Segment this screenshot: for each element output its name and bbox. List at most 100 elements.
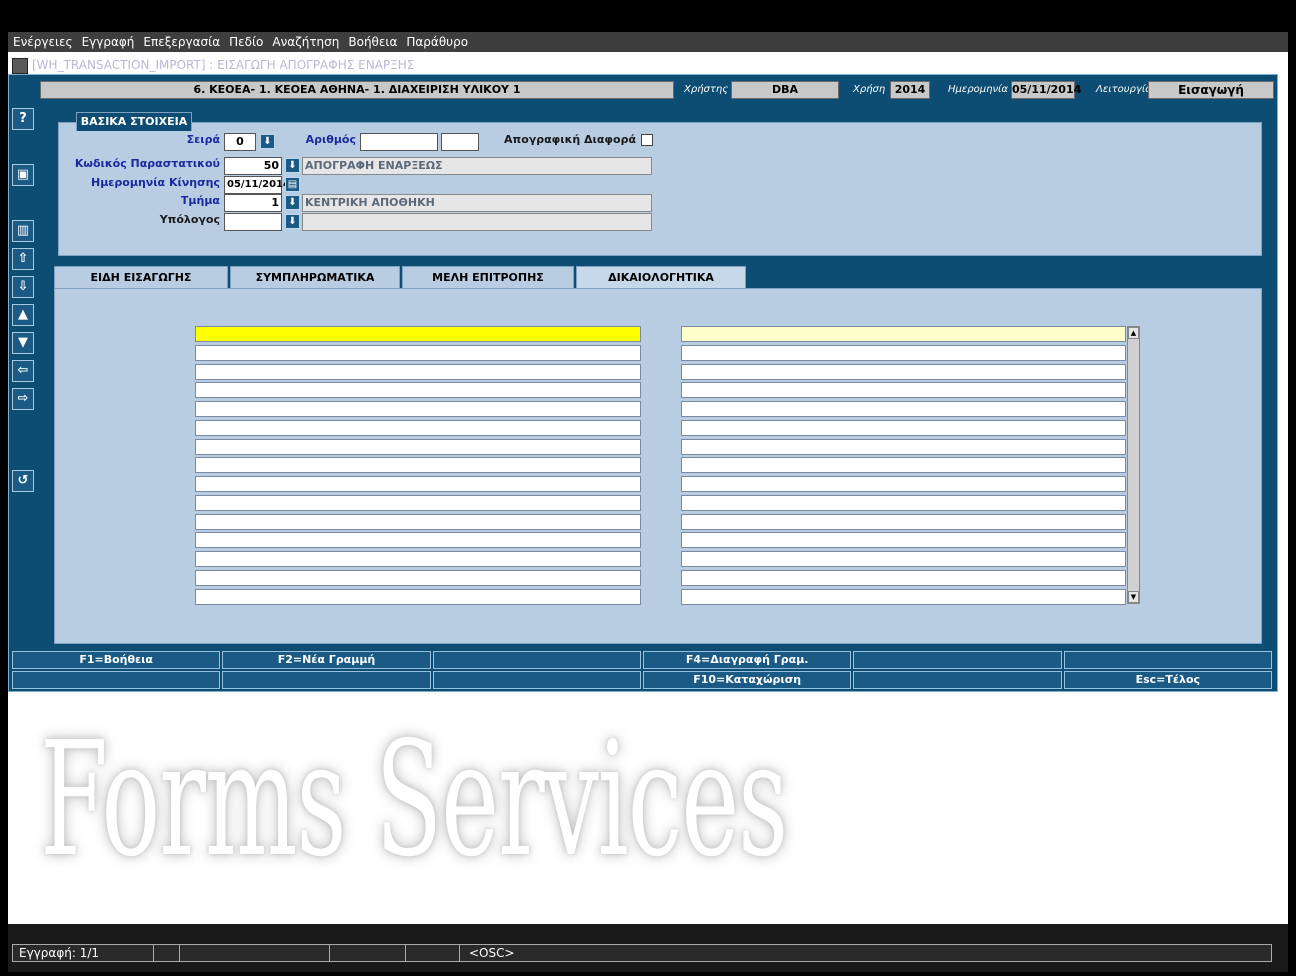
function-keys-row-2: F10=Καταχώριση Esc=Τέλος bbox=[12, 671, 1274, 689]
document-notes-cell[interactable] bbox=[681, 588, 1126, 605]
function-key-button[interactable]: Esc=Τέλος bbox=[1063, 671, 1272, 689]
document-name-cell[interactable] bbox=[195, 532, 641, 549]
document-notes-cell[interactable] bbox=[681, 457, 1126, 474]
record-counter: Εγγραφή: 1/1 bbox=[19, 946, 100, 960]
document-notes-cell[interactable] bbox=[681, 494, 1126, 511]
number-input[interactable] bbox=[360, 133, 438, 151]
doc-description-field: ΑΠΟΓΡΑΦΗ ΕΝΑΡΞΕΩΣ bbox=[302, 157, 652, 175]
basic-info-title: ΒΑΣΙΚΑ ΣΤΟΙΧΕΙΑ bbox=[76, 112, 192, 131]
function-key-button[interactable] bbox=[853, 651, 1062, 669]
document-notes-cell[interactable] bbox=[681, 476, 1126, 492]
delete-button[interactable]: ▥ bbox=[12, 220, 34, 242]
document-name-cell[interactable] bbox=[195, 551, 641, 567]
document-notes-cell[interactable] bbox=[681, 513, 1126, 530]
series-input[interactable]: 0 bbox=[224, 133, 256, 151]
first-record-button[interactable]: ⇧ bbox=[12, 248, 34, 270]
document-name-cell[interactable] bbox=[195, 588, 641, 605]
document-notes-column bbox=[681, 326, 1126, 607]
previous-record-icon: ▲ bbox=[18, 307, 28, 322]
move-date-label: Ημερομηνία Κίνησης bbox=[91, 176, 220, 189]
menu-item[interactable]: Παράθυρο bbox=[406, 35, 468, 49]
last-record-button[interactable]: ⇩ bbox=[12, 276, 34, 298]
function-key-button[interactable] bbox=[853, 671, 1062, 689]
help-button[interactable]: ? bbox=[12, 108, 34, 130]
mode-field: Εισαγωγή bbox=[1148, 81, 1274, 99]
accountable-lov-button[interactable]: ⬇ bbox=[285, 214, 300, 229]
inventory-diff-label: Απογραφική Διαφορά bbox=[503, 133, 636, 146]
document-name-cell[interactable] bbox=[195, 569, 641, 586]
undo-button[interactable]: ↺ bbox=[12, 470, 34, 492]
menu-item[interactable]: Επεξεργασία bbox=[143, 35, 220, 49]
document-notes-cell[interactable] bbox=[681, 551, 1126, 567]
window-title: [WH_TRANSACTION_IMPORT] : ΕΙΣΑΓΩΓΗ ΑΠΟΓΡ… bbox=[32, 58, 415, 72]
tab-committee-members[interactable]: ΜΕΛΗ ΕΠΙΤΡΟΠΗΣ bbox=[402, 266, 574, 288]
move-date-input[interactable]: 05/11/2014 bbox=[224, 176, 290, 194]
document-notes-cell[interactable] bbox=[681, 382, 1126, 399]
menu-item[interactable]: Βοήθεια bbox=[348, 35, 397, 49]
accountable-input[interactable] bbox=[224, 213, 282, 231]
document-notes-cell[interactable] bbox=[681, 569, 1126, 586]
next-record-button[interactable]: ▼ bbox=[12, 332, 34, 354]
document-name-cell[interactable] bbox=[195, 513, 641, 530]
function-key-button[interactable]: F10=Καταχώριση bbox=[643, 671, 852, 689]
number-suffix-input[interactable] bbox=[441, 133, 479, 151]
next-record-icon: ▼ bbox=[18, 335, 28, 350]
doc-code-label: Κωδικός Παραστατικού bbox=[74, 157, 220, 170]
next-block-button[interactable]: ⇨ bbox=[12, 388, 34, 410]
series-label: Σειρά bbox=[186, 133, 220, 146]
doc-code-input[interactable]: 50 bbox=[224, 157, 282, 175]
function-key-button[interactable]: F2=Νέα Γραμμή bbox=[222, 651, 431, 669]
previous-block-button[interactable]: ⇦ bbox=[12, 360, 34, 382]
document-name-cell[interactable] bbox=[195, 438, 641, 455]
doc-code-lov-button[interactable]: ⬇ bbox=[285, 158, 300, 173]
department-label: Τμήμα bbox=[180, 194, 220, 207]
menu-item[interactable]: Πεδίο bbox=[229, 35, 263, 49]
document-name-cell[interactable] bbox=[195, 419, 641, 436]
function-key-button[interactable] bbox=[12, 671, 221, 689]
document-notes-cell[interactable] bbox=[681, 532, 1126, 549]
lov-arrow-icon: ⬇ bbox=[288, 197, 297, 208]
inventory-diff-checkbox[interactable] bbox=[641, 134, 653, 146]
next-block-icon: ⇨ bbox=[17, 391, 29, 406]
document-name-cell[interactable] bbox=[195, 344, 641, 361]
menu-item[interactable]: Αναζήτηση bbox=[272, 35, 339, 49]
mode-label: Λειτουργία bbox=[1096, 84, 1152, 95]
user-field: DBA bbox=[731, 81, 839, 99]
series-lov-button[interactable]: ⬇ bbox=[260, 134, 275, 149]
document-notes-cell[interactable] bbox=[681, 438, 1126, 455]
function-key-button[interactable] bbox=[222, 671, 431, 689]
calendar-button[interactable]: ▤ bbox=[285, 177, 300, 192]
tab-supplementary-info[interactable]: ΣΥΜΠΛΗΡΩΜΑΤΙΚΑ ΣΤΟΙΧΕΙΑ bbox=[230, 266, 400, 306]
menu-item[interactable]: Ενέργειες bbox=[13, 35, 73, 49]
department-description-field: ΚΕΝΤΡΙΚΗ ΑΠΟΘΗΚΗ bbox=[302, 194, 652, 212]
document-name-cell[interactable] bbox=[195, 382, 641, 399]
function-key-button[interactable]: F4=Διαγραφή Γραμ. bbox=[643, 651, 852, 669]
document-name-cell[interactable] bbox=[195, 457, 641, 474]
department-input[interactable]: 1 bbox=[224, 194, 282, 212]
document-notes-cell[interactable] bbox=[681, 326, 1126, 342]
forms-services-watermark: Forms Services bbox=[40, 708, 788, 892]
document-notes-cell[interactable] bbox=[681, 401, 1126, 417]
tab-import-items[interactable]: ΕΙΔΗ ΕΙΣΑΓΩΓΗΣ bbox=[54, 266, 228, 288]
grid-scrollbar[interactable]: ▲ ▼ bbox=[1127, 326, 1140, 604]
document-name-cell[interactable] bbox=[195, 401, 641, 417]
scroll-down-icon[interactable]: ▼ bbox=[1128, 591, 1139, 603]
document-name-cell[interactable] bbox=[195, 494, 641, 511]
scroll-up-icon[interactable]: ▲ bbox=[1128, 327, 1139, 339]
department-lov-button[interactable]: ⬇ bbox=[285, 195, 300, 210]
document-notes-cell[interactable] bbox=[681, 419, 1126, 436]
function-key-button[interactable] bbox=[432, 651, 641, 669]
save-button[interactable]: ▣ bbox=[12, 164, 34, 186]
previous-record-button[interactable]: ▲ bbox=[12, 304, 34, 326]
document-name-cell[interactable] bbox=[195, 326, 641, 342]
document-notes-cell[interactable] bbox=[681, 344, 1126, 361]
menu-item[interactable]: Εγγραφή bbox=[82, 35, 135, 49]
document-notes-cell[interactable] bbox=[681, 363, 1126, 380]
function-key-button[interactable]: F1=Βοήθεια bbox=[12, 651, 221, 669]
lov-arrow-icon: ⬇ bbox=[288, 216, 297, 227]
document-name-cell[interactable] bbox=[195, 363, 641, 380]
tab-supporting-documents[interactable]: ΔΙΚΑΙΟΛΟΓΗΤΙΚΑ bbox=[576, 266, 746, 288]
function-key-button[interactable] bbox=[432, 671, 641, 689]
document-name-cell[interactable] bbox=[195, 476, 641, 492]
function-key-button[interactable] bbox=[1063, 651, 1272, 669]
